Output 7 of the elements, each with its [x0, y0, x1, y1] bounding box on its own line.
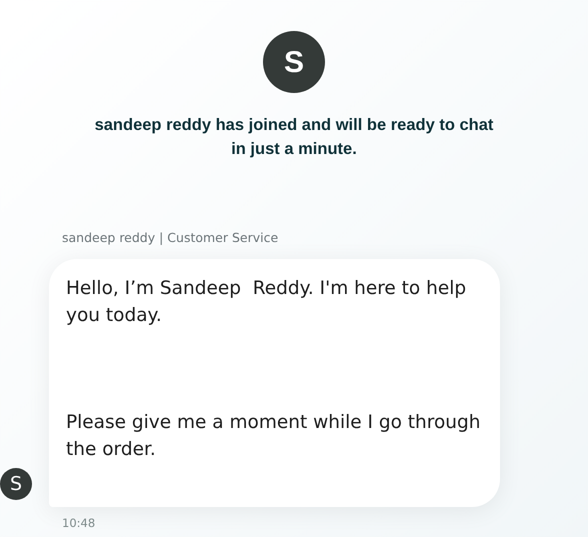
join-notice: sandeep reddy has joined and will be ready to chat in just a minute.: [94, 115, 494, 160]
sender-avatar: S: [0, 468, 32, 500]
message-time: 10:48: [62, 516, 96, 530]
agent-avatar: S: [263, 31, 325, 93]
message-text: Please give me a moment while I go through the order.: [66, 411, 482, 462]
message-text: Hello, I’m Sandeep Reddy. I'm here to help you today.: [66, 277, 468, 328]
sender-label: sandeep reddy | Customer Service: [62, 230, 278, 245]
